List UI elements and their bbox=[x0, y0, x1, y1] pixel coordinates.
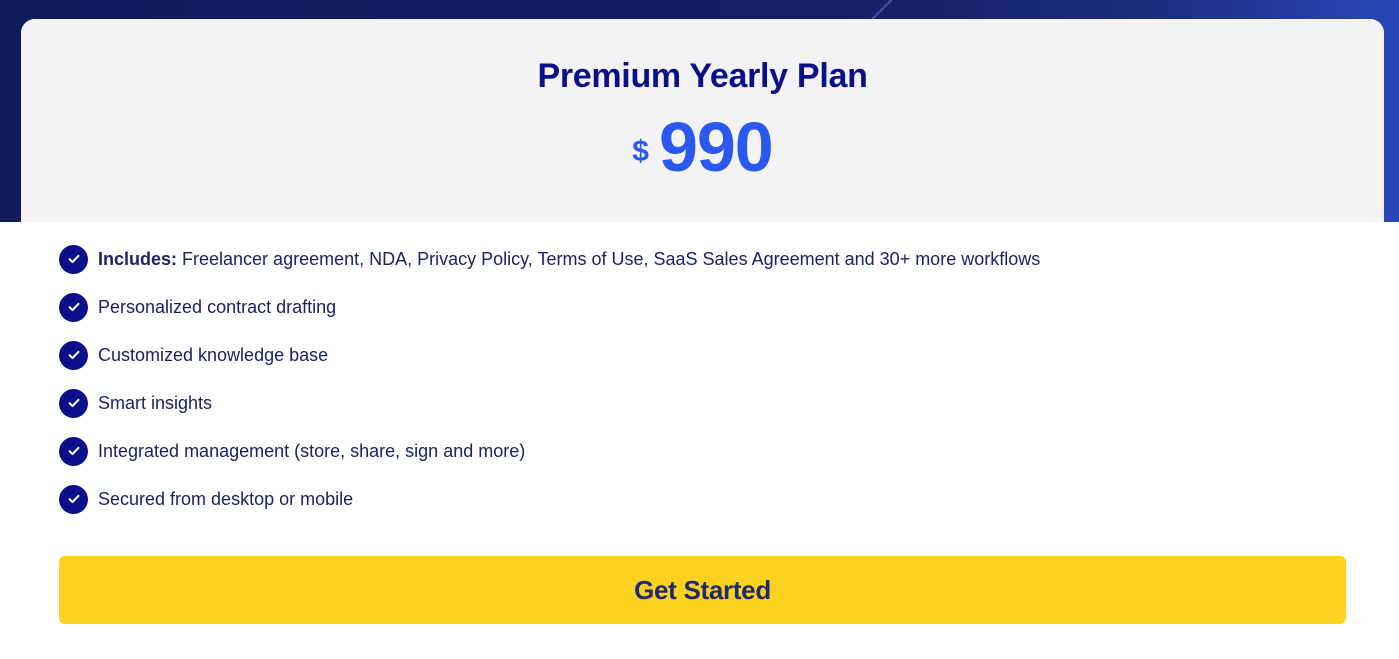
plan-title: Premium Yearly Plan bbox=[537, 57, 868, 95]
pricing-card: Premium Yearly Plan $990 Includes: Freel… bbox=[21, 19, 1384, 659]
pricing-card-header: Premium Yearly Plan $990 bbox=[21, 19, 1384, 222]
includes-label: Includes: bbox=[98, 248, 178, 269]
check-circle-icon bbox=[59, 484, 88, 514]
check-circle-icon bbox=[59, 340, 88, 370]
feature-text: Smart insights bbox=[98, 392, 213, 413]
feature-item: Personalized contract drafting bbox=[59, 283, 1040, 331]
feature-text: Includes: Freelancer agreement, NDA, Pri… bbox=[98, 249, 1040, 270]
feature-item: Customized knowledge base bbox=[59, 331, 1040, 379]
feature-item: Integrated management (store, share, sig… bbox=[59, 427, 1040, 475]
feature-text: Secured from desktop or mobile bbox=[98, 488, 354, 509]
feature-text: Customized knowledge base bbox=[98, 344, 329, 365]
get-started-button[interactable]: Get Started bbox=[59, 556, 1346, 624]
check-circle-icon bbox=[59, 436, 88, 466]
feature-text: Integrated management (store, share, sig… bbox=[98, 440, 526, 461]
check-circle-icon bbox=[59, 388, 88, 418]
price-amount: 990 bbox=[658, 108, 774, 186]
check-circle-icon bbox=[59, 244, 88, 274]
feature-item: Smart insights bbox=[59, 379, 1040, 427]
plan-price: $990 bbox=[21, 107, 1384, 187]
feature-text: Personalized contract drafting bbox=[98, 296, 337, 317]
feature-item-includes: Includes: Freelancer agreement, NDA, Pri… bbox=[59, 235, 1040, 283]
includes-text: Freelancer agreement, NDA, Privacy Polic… bbox=[177, 248, 1041, 269]
feature-item: Secured from desktop or mobile bbox=[59, 475, 1040, 523]
price-currency: $ bbox=[632, 135, 649, 168]
feature-list: Includes: Freelancer agreement, NDA, Pri… bbox=[59, 235, 1040, 523]
check-circle-icon bbox=[59, 292, 88, 322]
